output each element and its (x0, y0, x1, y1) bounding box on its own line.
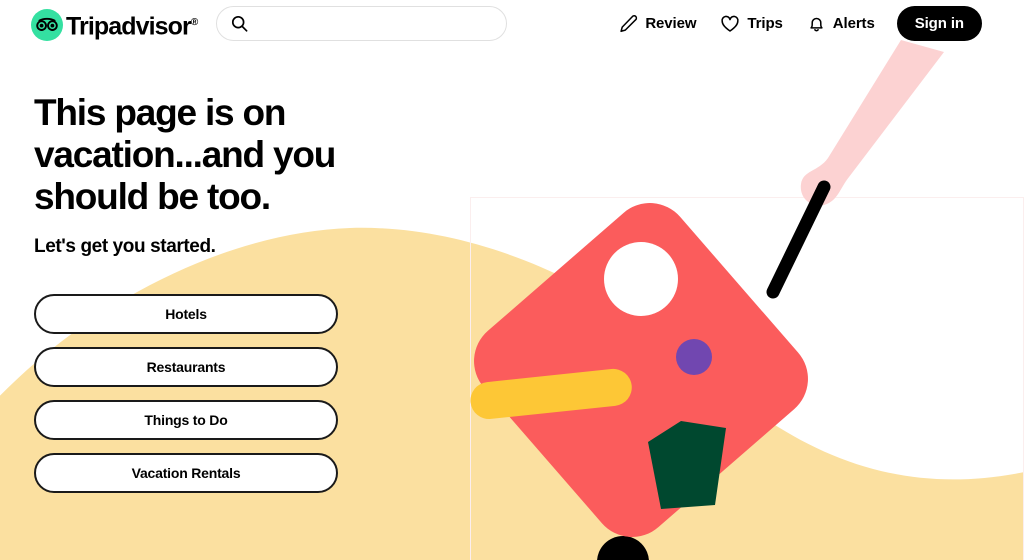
hero-text-block: This page is on vacation...and you shoul… (34, 92, 414, 258)
page-subtitle: Let's get you started. (34, 236, 216, 257)
coral-rounded-square (474, 203, 808, 537)
nav-item-trips[interactable]: Trips (708, 6, 794, 41)
search-input[interactable] (256, 7, 492, 40)
purple-circle-shape (676, 339, 712, 375)
brand-name: Tripadvisor (66, 12, 192, 41)
page-title: This page is on vacation...and you shoul… (34, 92, 336, 217)
header-nav: Review Trips Alerts Sign in (607, 6, 982, 41)
site-header: Tripadvisor® Review Trips Alerts Sign in (0, 0, 1024, 48)
cta-button-restaurants[interactable]: Restaurants (34, 347, 338, 387)
black-circle-shape (597, 536, 649, 560)
heart-icon (721, 15, 740, 32)
illustration-frame (470, 197, 1024, 560)
pencil-icon (620, 15, 638, 33)
search-icon (231, 15, 248, 32)
error-page-root: Tripadvisor® Review Trips Alerts Sign in… (0, 0, 1024, 560)
white-circle-shape (604, 242, 678, 316)
yellow-bar-shape (470, 368, 632, 419)
brand-trademark: ® (190, 17, 199, 28)
dark-green-shape (648, 421, 726, 509)
pink-paddle-shape (800, 40, 944, 206)
nav-item-review[interactable]: Review (607, 6, 708, 41)
category-button-list: Hotels Restaurants Things to Do Vacation… (34, 294, 338, 493)
sign-in-button[interactable]: Sign in (896, 6, 982, 41)
brand-wordmark: Tripadvisor® (66, 7, 198, 42)
cta-button-things-to-do[interactable]: Things to Do (34, 400, 338, 440)
cta-button-vacation-rentals[interactable]: Vacation Rentals (34, 453, 338, 493)
nav-item-review-label: Review (645, 15, 697, 32)
bell-icon (810, 17, 823, 32)
nav-item-alerts[interactable]: Alerts (795, 6, 887, 41)
cta-button-hotels[interactable]: Hotels (34, 294, 338, 334)
black-antenna-rod (766, 180, 831, 299)
search-bar[interactable] (216, 6, 507, 41)
nav-item-alerts-label: Alerts (832, 15, 875, 32)
tripadvisor-logo-link[interactable]: Tripadvisor® (31, 7, 198, 42)
owl-logo-icon (31, 8, 63, 41)
nav-item-trips-label: Trips (747, 15, 783, 32)
